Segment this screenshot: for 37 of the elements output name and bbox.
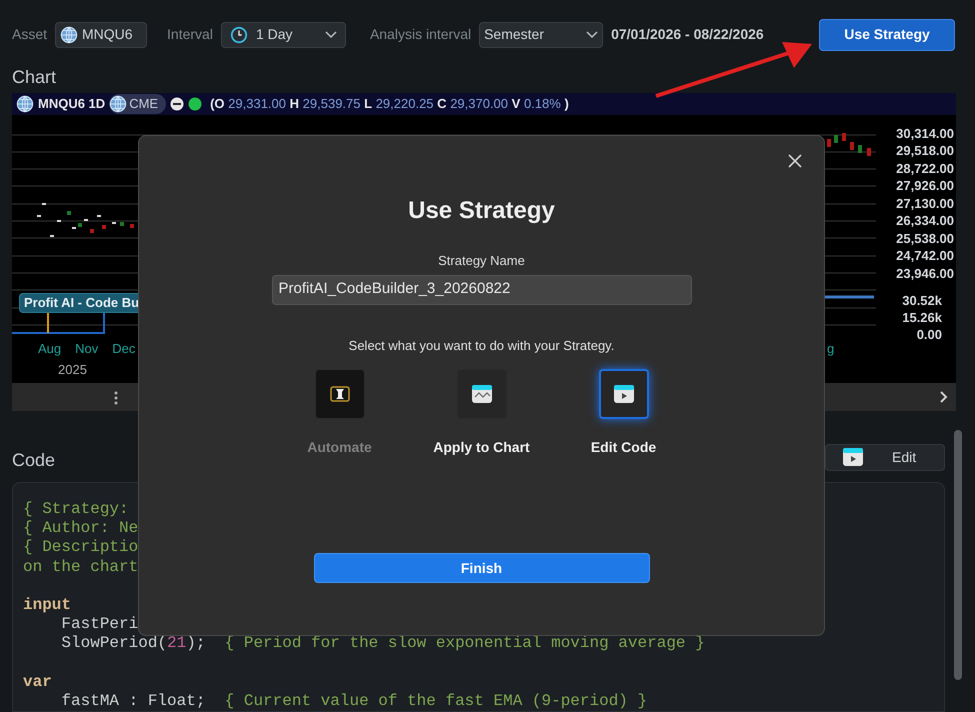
price-axis-label: 27,926.00 <box>896 177 954 195</box>
code-line: input <box>23 596 72 614</box>
price-axis-label: 25,538.00 <box>896 230 954 248</box>
code-line: { Strategy: <box>23 500 129 518</box>
symbol-label: MNQU6 1D <box>38 95 106 114</box>
interval-label: Interval <box>167 25 213 44</box>
code-line: { Author: Ne <box>23 519 138 538</box>
month-label: Nov <box>75 340 98 358</box>
code-line: var <box>23 672 52 691</box>
code-line: { Descriptio <box>23 538 138 556</box>
month-label: Dec <box>112 340 136 358</box>
strategy-name-label: Strategy Name <box>438 252 525 270</box>
code-title: Code <box>12 448 56 472</box>
analysis-interval-label: Analysis interval <box>370 25 472 44</box>
exchange-tag: CME <box>109 94 166 114</box>
dialog-title: Use Strategy <box>408 196 555 226</box>
price-axis-label: 26,334.00 <box>896 212 954 230</box>
price-axis-label: 28,722.00 <box>896 160 954 178</box>
date-range: 07/01/2026 - 08/22/2026 <box>611 25 764 44</box>
chart-title: Chart <box>12 66 58 89</box>
price-axis-label: 27,130.00 <box>896 194 954 212</box>
code-line: on the chart <box>23 558 138 576</box>
volume-axis-label: 0.00 <box>916 326 943 344</box>
volume-axis-label: 15.26k <box>902 309 943 326</box>
month-label: g <box>827 340 834 358</box>
year-label: 2025 <box>58 360 87 379</box>
ohlc-readout: (O 29,331.00 H 29,539.75 L 29,220.25 C 29,370.00 V 0.18% ) <box>210 95 569 114</box>
price-axis-label: 24,742.00 <box>896 247 954 265</box>
price-axis-label: 30,314.00 <box>896 124 954 142</box>
price-axis-label: 23,946.00 <box>896 264 954 282</box>
code-line: FastPeri <box>60 615 138 634</box>
volume-axis-label: 30.52k <box>902 292 943 310</box>
prompt-text: Select what you want to do with your Strategy. <box>348 336 614 355</box>
price-axis-label: 29,518.00 <box>896 142 954 160</box>
asset-label: Asset <box>12 25 48 44</box>
month-label: Aug <box>38 340 62 358</box>
code-line: fastMA : Float; { Current value of the fast EMA (9-period) } <box>60 692 648 710</box>
